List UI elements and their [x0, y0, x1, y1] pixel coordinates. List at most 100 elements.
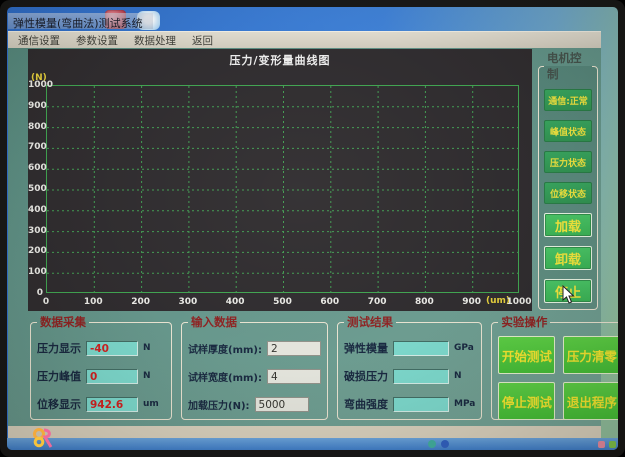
pressure-display-label: 压力显示	[37, 340, 81, 356]
y-tick-label: 600	[28, 163, 43, 173]
data-row: 压力峰值 0N	[37, 368, 165, 384]
experiment-ops-buttons: 开始测试压力清零停止测试退出程序	[498, 336, 618, 420]
breaking-pressure-field[interactable]	[393, 369, 449, 384]
y-tick-label: 900	[28, 101, 43, 111]
tray-icon[interactable]	[441, 440, 449, 448]
x-tick-label: 500	[270, 297, 296, 307]
motor-status-button-2[interactable]: 峰值状态	[544, 120, 592, 142]
elastic-modulus-field[interactable]	[393, 341, 449, 356]
menu-bar: 通信设置 参数设置 数据处理 返回	[8, 31, 601, 48]
sample-width-label: 试样宽度(mm):	[188, 369, 262, 384]
breaking-pressure-label: 破损压力	[344, 368, 388, 384]
sample-thickness-label: 试样厚度(mm):	[188, 341, 262, 356]
pressure-display-field[interactable]: -40	[86, 341, 138, 356]
motor-status-button-1[interactable]: 通信:正常	[544, 89, 592, 111]
pressure-zero-button[interactable]: 压力清零	[563, 336, 618, 374]
x-tick-label: 900	[459, 297, 485, 307]
window-bottom-strip	[8, 426, 601, 438]
chart-panel: 压力/变形量曲线图 (N) (um) 010020030040050060070…	[28, 49, 532, 311]
y-tick-label: 1000	[28, 80, 43, 90]
elastic-modulus-unit: GPa	[454, 343, 474, 353]
data-acquisition-rows: 压力显示-40N压力峰值0N位移显示942.6um	[37, 334, 165, 418]
breaking-pressure-unit: N	[454, 371, 462, 381]
motor-control-title: 电机控制	[544, 50, 592, 82]
motor-control-group: 电机控制 通信:正常峰值状态压力状态位移状态加载卸载停止	[538, 50, 598, 310]
data-row: 试样宽度(mm): 4	[188, 369, 321, 384]
monitor-photo: 弹性模量(弯曲法)测试系统 通信设置参数设置数据处理返回 压力/变形量曲线图 (…	[0, 0, 625, 457]
experiment-ops-title: 实验操作	[498, 314, 550, 330]
chart-gridlines	[47, 86, 520, 294]
elastic-modulus-label: 弹性模量	[344, 340, 388, 356]
desktop: 弹性模量(弯曲法)测试系统 通信设置参数设置数据处理返回 压力/变形量曲线图 (…	[7, 7, 618, 450]
data-row: 试样厚度(mm): 2	[188, 341, 321, 356]
bottom-panels: 数据采集 压力显示-40N压力峰值0N位移显示942.6um 输入数据 试样厚度…	[30, 314, 618, 420]
load-pressure-field[interactable]: 5000	[255, 397, 309, 412]
pressure-peak-field[interactable]: 0	[86, 369, 138, 384]
data-row: 弯曲强度 MPa	[344, 396, 475, 412]
pressure-display-unit: N	[143, 343, 151, 353]
chart-title: 压力/变形量曲线图	[28, 52, 532, 68]
motor-status-button-3[interactable]: 压力状态	[544, 151, 592, 173]
displacement-display-unit: um	[143, 399, 159, 409]
mouse-cursor-icon	[562, 285, 575, 304]
x-tick-label: 200	[128, 297, 154, 307]
pressure-peak-unit: N	[143, 371, 151, 381]
window-title: 弹性模量(弯曲法)测试系统	[8, 13, 153, 29]
bending-strength-field[interactable]	[393, 397, 449, 412]
x-tick-label: 700	[364, 297, 390, 307]
data-row: 破损压力 N	[344, 368, 475, 384]
start-test-button[interactable]: 开始测试	[498, 336, 555, 374]
test-results-group: 测试结果 弹性模量 GPa 破损压力 N 弯曲强度 MPa	[337, 314, 482, 420]
bending-strength-unit: MPa	[454, 399, 475, 409]
tray-icon[interactable]	[428, 440, 436, 448]
motor-status-button-4[interactable]: 位移状态	[544, 182, 592, 204]
stop-test-button[interactable]: 停止测试	[498, 382, 555, 420]
y-tick-label: 100	[28, 267, 43, 277]
motor-action-button-2[interactable]: 卸载	[544, 246, 592, 270]
y-tick-label: 200	[28, 246, 43, 256]
displacement-display-label: 位移显示	[37, 396, 81, 412]
test-results-rows: 弹性模量 GPa 破损压力 N 弯曲强度 MPa	[344, 334, 475, 418]
tray-icon[interactable]	[598, 441, 605, 448]
data-row: 压力显示 -40 N	[37, 340, 165, 356]
x-tick-label: 800	[411, 297, 437, 307]
taskbar[interactable]	[7, 438, 618, 450]
load-pressure-label: 加载压力(N):	[188, 397, 250, 412]
menu-item-4[interactable]: 返回	[192, 33, 213, 48]
x-tick-label: 100	[80, 297, 106, 307]
x-tick-label: 1000	[506, 297, 532, 307]
menu-item-2[interactable]: 参数设置	[76, 33, 118, 48]
pressure-peak-label: 压力峰值	[37, 368, 81, 384]
data-row: 位移显示 942.6 um	[37, 396, 165, 412]
y-tick-label: 700	[28, 142, 43, 152]
motor-buttons: 通信:正常峰值状态压力状态位移状态加载卸载停止	[544, 89, 592, 303]
exit-program-button[interactable]: 退出程序	[563, 382, 618, 420]
input-data-title: 输入数据	[188, 314, 240, 330]
data-acquisition-title: 数据采集	[37, 314, 89, 330]
x-tick-label: 0	[33, 297, 59, 307]
displacement-display-field[interactable]: 942.6	[86, 397, 138, 412]
bending-strength-label: 弯曲强度	[344, 396, 388, 412]
chart-plot-area	[46, 85, 519, 293]
menu-item-1[interactable]: 通信设置	[18, 33, 60, 48]
desktop-logo-icon[interactable]	[32, 427, 54, 449]
input-data-rows: 试样厚度(mm): 2 试样宽度(mm): 4 加载压力(N): 5000	[188, 334, 321, 418]
data-row: 弹性模量 GPa	[344, 340, 475, 356]
x-tick-label: 300	[175, 297, 201, 307]
menu-item-3[interactable]: 数据处理	[134, 33, 176, 48]
tray-icon[interactable]	[609, 441, 616, 448]
data-row: 加载压力(N): 5000	[188, 397, 321, 412]
experiment-ops-group: 实验操作 开始测试压力清零停止测试退出程序	[491, 314, 618, 420]
motor-action-button-1[interactable]: 加载	[544, 213, 592, 237]
test-results-title: 测试结果	[344, 314, 396, 330]
y-tick-label: 800	[28, 122, 43, 132]
app-window: 压力/变形量曲线图 (N) (um) 010020030040050060070…	[8, 48, 601, 426]
x-tick-label: 600	[317, 297, 343, 307]
x-tick-label: 400	[222, 297, 248, 307]
y-tick-label: 300	[28, 226, 43, 236]
y-tick-label: 400	[28, 205, 43, 215]
sample-thickness-field[interactable]: 2	[267, 341, 321, 356]
sample-width-field[interactable]: 4	[267, 369, 321, 384]
data-acquisition-group: 数据采集 压力显示-40N压力峰值0N位移显示942.6um	[30, 314, 172, 420]
y-tick-label: 500	[28, 184, 43, 194]
